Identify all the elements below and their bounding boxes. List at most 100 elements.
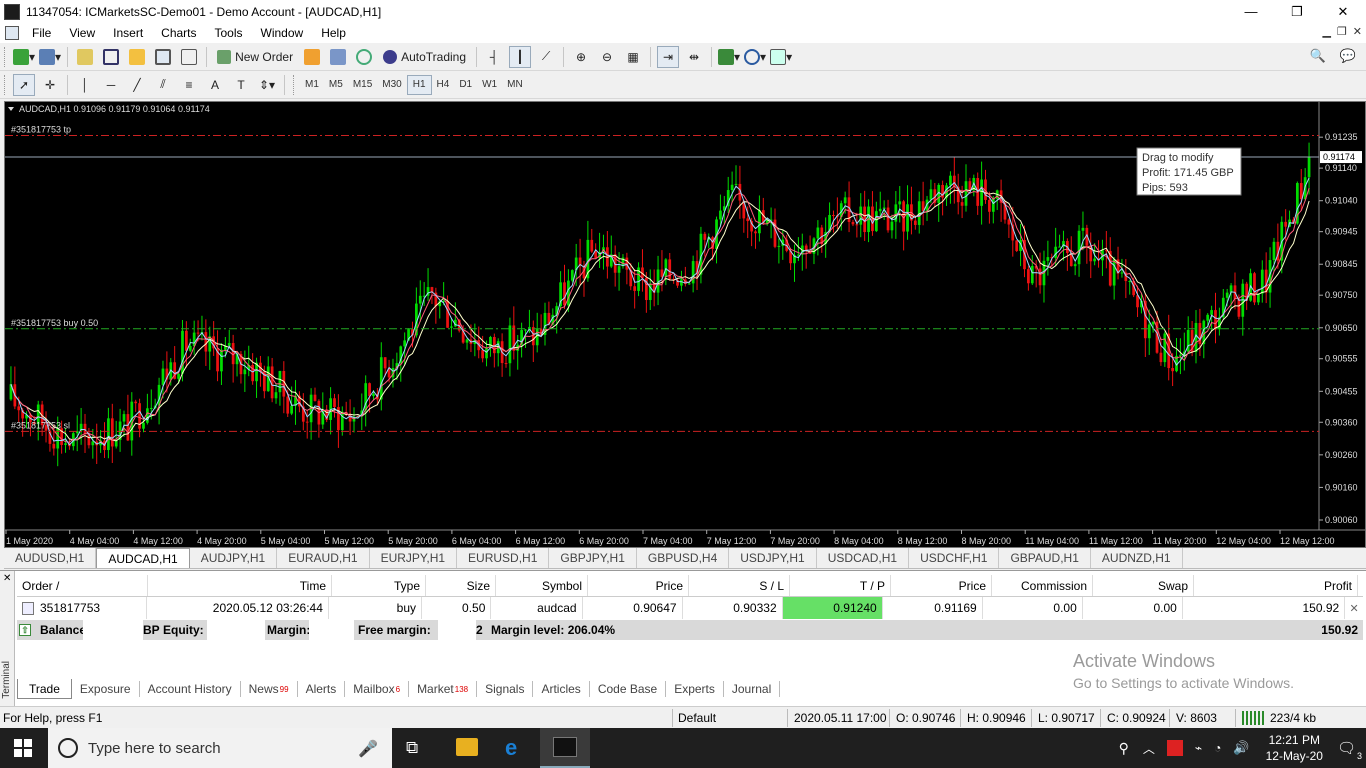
column-header[interactable]: Symbol — [496, 575, 588, 596]
close-order-icon[interactable]: ✕ — [1345, 602, 1363, 615]
auto-scroll-icon[interactable]: ⇥ — [657, 45, 680, 68]
new-order-button[interactable]: New Order — [213, 46, 297, 68]
chart-shift-icon[interactable]: ⇹ — [683, 46, 705, 68]
terminal-tab-news[interactable]: News 99 — [241, 681, 298, 697]
timeframe-mn[interactable]: MN — [502, 75, 528, 95]
vertical-line-icon[interactable]: │ — [74, 74, 96, 96]
chart-document-icon[interactable] — [5, 26, 19, 40]
wifi-icon[interactable]: ◔ — [1214, 741, 1221, 755]
chart-tab-eurjpy-h1[interactable]: EURJPY,H1 — [370, 548, 458, 568]
maximize-button[interactable]: ❐ — [1274, 0, 1320, 23]
strategy-tester-icon[interactable] — [178, 46, 200, 68]
line-chart-icon[interactable]: ⟋ — [535, 46, 557, 68]
tray-chevron-icon[interactable]: ︿ — [1143, 740, 1155, 757]
terminal-tab-market[interactable]: Market 138 — [409, 681, 478, 697]
timeframe-m1[interactable]: M1 — [300, 75, 324, 95]
column-header[interactable]: Profit — [1194, 575, 1358, 596]
start-windows-icon[interactable] — [14, 739, 32, 757]
mdi-minimize-icon[interactable]: ▁ — [1322, 25, 1330, 38]
terminal-icon[interactable] — [152, 46, 174, 68]
terminal-tab-mailbox[interactable]: Mailbox 6 — [345, 681, 410, 697]
arrows-button[interactable]: ⇕▾ — [256, 74, 278, 96]
navigator-icon[interactable] — [126, 46, 148, 68]
search-icon[interactable]: 🔍 — [1310, 48, 1326, 64]
chart-tab-gbpaud-h1[interactable]: GBPAUD,H1 — [999, 548, 1091, 568]
chart-tab-gbpusd-h4[interactable]: GBPUSD,H4 — [637, 548, 730, 568]
timeframe-w1[interactable]: W1 — [477, 75, 502, 95]
periods-button[interactable]: ▾ — [744, 46, 766, 68]
terminal-tab-journal[interactable]: Journal — [724, 681, 781, 697]
column-header[interactable]: Swap — [1093, 575, 1194, 596]
column-header[interactable]: Order / — [17, 575, 148, 596]
terminal-tab-trade[interactable]: Trade — [17, 679, 72, 699]
equidistant-channel-icon[interactable]: ⫽ — [152, 74, 174, 96]
chart-tab-audusd-h1[interactable]: AUDUSD,H1 — [4, 548, 97, 568]
chart-tab-audjpy-h1[interactable]: AUDJPY,H1 — [190, 548, 278, 568]
options-icon[interactable] — [353, 46, 375, 68]
terminal-tab-code-base[interactable]: Code Base — [590, 681, 667, 697]
chart-tab-audcad-h1[interactable]: AUDCAD,H1 — [96, 548, 190, 568]
column-header[interactable]: S / L — [689, 575, 790, 596]
timeframe-d1[interactable]: D1 — [454, 75, 477, 95]
column-header[interactable]: T / P — [790, 575, 891, 596]
file-explorer-icon[interactable] — [456, 738, 478, 756]
close-button[interactable]: ✕ — [1320, 0, 1366, 23]
edge-browser-icon[interactable]: e — [505, 735, 517, 761]
column-header[interactable]: Time — [148, 575, 332, 596]
fibonacci-icon[interactable]: ≡ — [178, 74, 200, 96]
bar-chart-icon[interactable]: ┤ — [483, 46, 505, 68]
volume-icon[interactable]: 🔊 — [1233, 740, 1249, 756]
menu-insert[interactable]: Insert — [104, 26, 152, 40]
chart-tab-audnzd-h1[interactable]: AUDNZD,H1 — [1091, 548, 1183, 568]
chart-tab-usdjpy-h1[interactable]: USDJPY,H1 — [729, 548, 817, 568]
column-header[interactable]: Commission — [992, 575, 1093, 596]
metatrader-taskbar-button[interactable] — [540, 728, 590, 768]
profiles-button[interactable]: ▾ — [39, 46, 61, 68]
people-icon[interactable]: ⚲ — [1119, 740, 1129, 757]
column-header[interactable]: Size — [426, 575, 496, 596]
toolbar-grip-2[interactable] — [4, 74, 7, 95]
timeframe-h1[interactable]: H1 — [406, 74, 432, 95]
horizontal-line-icon[interactable]: ─ — [100, 74, 122, 96]
terminal-tab-articles[interactable]: Articles — [533, 681, 590, 697]
terminal-tab-experts[interactable]: Experts — [666, 681, 724, 697]
timeframe-m30[interactable]: M30 — [377, 75, 406, 95]
autotrading-button[interactable]: AutoTrading — [379, 46, 470, 68]
terminal-close-icon[interactable]: ✕ — [3, 573, 11, 584]
chart-window[interactable]: 0.91235 0.91140 0.91040 0.90945 0.90845 0.907… — [4, 101, 1366, 548]
menu-window[interactable]: Window — [252, 26, 313, 40]
taskbar-search[interactable]: Type here to search 🎤 — [48, 728, 392, 768]
chart-tab-euraud-h1[interactable]: EURAUD,H1 — [277, 548, 370, 568]
column-header[interactable]: Type — [332, 575, 426, 596]
column-header[interactable]: Price — [891, 575, 992, 596]
timeframe-m15[interactable]: M15 — [348, 75, 377, 95]
terminal-tab-signals[interactable]: Signals — [477, 681, 534, 697]
new-chart-button[interactable]: ▾ — [13, 46, 35, 68]
column-header[interactable]: Price — [588, 575, 689, 596]
menu-charts[interactable]: Charts — [152, 26, 205, 40]
notifications-icon[interactable]: 🗨 3 — [1337, 739, 1362, 761]
menu-view[interactable]: View — [60, 26, 104, 40]
candlestick-icon[interactable]: ┃ — [509, 45, 532, 68]
menu-tools[interactable]: Tools — [206, 26, 252, 40]
market-watch-icon[interactable] — [74, 46, 96, 68]
terminal-tab-exposure[interactable]: Exposure — [72, 681, 140, 697]
terminal-tab-account-history[interactable]: Account History — [140, 681, 241, 697]
zoom-out-icon[interactable]: ⊖ — [596, 46, 618, 68]
signals-icon[interactable] — [327, 46, 349, 68]
terminal-tab-alerts[interactable]: Alerts — [298, 681, 346, 697]
mdi-restore-icon[interactable]: ❐ — [1337, 25, 1347, 38]
menu-file[interactable]: File — [23, 26, 60, 40]
cursor-icon[interactable]: ➚ — [13, 73, 35, 96]
chart-tab-eurusd-h1[interactable]: EURUSD,H1 — [457, 548, 550, 568]
tile-windows-icon[interactable]: ▦ — [622, 46, 644, 68]
templates-button[interactable]: ▾ — [770, 46, 792, 68]
price-chart[interactable]: 0.91235 0.91140 0.91040 0.90945 0.90845 0.907… — [5, 102, 1365, 547]
text-label-icon[interactable]: T — [230, 74, 252, 96]
crosshair-icon[interactable]: ✛ — [39, 74, 61, 96]
trendline-icon[interactable]: ╱ — [126, 74, 148, 96]
tray-clock[interactable]: 12:21 PM 12-May-20 — [1266, 732, 1323, 764]
zoom-in-icon[interactable]: ⊕ — [570, 46, 592, 68]
timeframe-m5[interactable]: M5 — [324, 75, 348, 95]
chart-tab-usdcad-h1[interactable]: USDCAD,H1 — [817, 548, 910, 568]
